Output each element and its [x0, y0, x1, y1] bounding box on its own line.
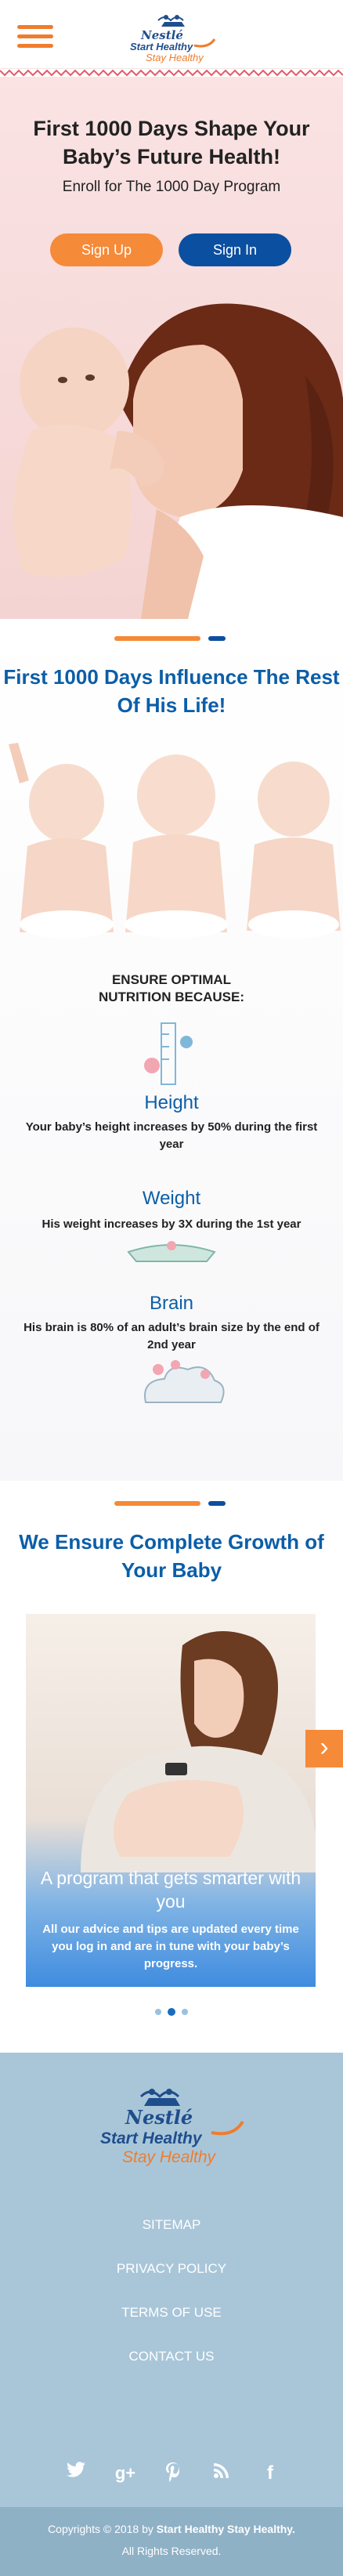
section-divider-orange: [114, 636, 200, 641]
carousel-dots: [152, 2007, 199, 2017]
copyright-brand: Start Healthy Stay Healthy.: [156, 2523, 295, 2535]
copyright-rights: All Rights Reserved.: [121, 2545, 222, 2557]
mother-and-baby-image: [13, 303, 343, 619]
signin-button[interactable]: Sign In: [179, 233, 291, 266]
nestle-logo[interactable]: Nestlé Start Healthy Stay Healthy: [125, 11, 218, 63]
signup-button[interactable]: Sign Up: [50, 233, 163, 266]
facebook-icon[interactable]: f: [257, 2462, 283, 2485]
carousel-slide[interactable]: A program that gets smarter with you All…: [26, 1614, 316, 1987]
site-footer: Nestlé Start Healthy Stay Healthy SITEMA…: [0, 2053, 343, 2507]
weight-title: Weight: [142, 1188, 201, 1209]
slide-text: All our advice and tips are updated ever…: [42, 1923, 299, 1970]
logo-line-1: Start Healthy: [130, 41, 193, 52]
brain-text: His brain is 80% of an adult’s brain siz…: [23, 1321, 320, 1351]
growth-title: We Ensure Complete Growth of Your Baby: [19, 1530, 324, 1582]
influence-title: First 1000 Days Influence The Rest Of Hi…: [3, 665, 340, 717]
footer-logo-brand: Nestlé: [125, 2106, 193, 2129]
pregnant-woman-image: [81, 1631, 316, 1872]
footer-logo-line-1: Start Healthy: [100, 2129, 202, 2147]
hero-subtitle: Enroll for The 1000 Day Program: [62, 179, 281, 195]
height-chart-icon: [144, 1022, 193, 1085]
carousel-next-arrow-icon[interactable]: ›: [305, 1730, 343, 1767]
google-plus-icon[interactable]: g+: [112, 2462, 139, 2485]
zigzag-divider: [0, 69, 343, 77]
carousel-dot-2[interactable]: [168, 2008, 175, 2016]
logo-line-2: Stay Healthy: [146, 52, 204, 63]
carousel-dot-1[interactable]: [155, 2009, 161, 2015]
rss-icon[interactable]: [208, 2462, 235, 2485]
hero-title: First 1000 Days Shape Your Baby’s Future…: [33, 117, 310, 168]
copyright-line: Copyrights © 2018 by Start Healthy Stay …: [0, 2523, 343, 2535]
site-header: Nestlé Start Healthy Stay Healthy: [0, 0, 343, 69]
pinterest-icon[interactable]: [160, 2462, 186, 2485]
footer-link-contact-us[interactable]: CONTACT US: [0, 2349, 343, 2364]
copyright-prefix: Copyrights © 2018 by: [48, 2523, 157, 2535]
three-babies-image: [9, 743, 341, 939]
height-title: Height: [144, 1092, 199, 1113]
slide-title: A program that gets smarter with you: [40, 1868, 301, 1912]
brain-icon: [144, 1360, 225, 1403]
footer-link-privacy-policy[interactable]: PRIVACY POLICY: [0, 2261, 343, 2277]
ensure-nutrition-label: ENSURE OPTIMAL NUTRITION BECAUSE:: [98, 972, 245, 1004]
weighing-scale-icon: [127, 1241, 216, 1262]
height-text: Your baby’s height increases by 50% duri…: [25, 1120, 318, 1151]
carousel-dot-3[interactable]: [182, 2009, 188, 2015]
copyright-bar: Copyrights © 2018 by Start Healthy Stay …: [0, 2507, 343, 2576]
influence-section: First 1000 Days Influence The Rest Of Hi…: [0, 619, 343, 1481]
growth-section: We Ensure Complete Growth of Your Baby A…: [0, 1481, 343, 2053]
footer-link-terms-of-use[interactable]: TERMS OF USE: [0, 2305, 343, 2321]
footer-nestle-logo[interactable]: Nestlé Start Healthy Stay Healthy: [94, 2082, 251, 2176]
hamburger-menu-icon[interactable]: [17, 25, 53, 52]
brain-title: Brain: [149, 1293, 194, 1314]
hero-banner: First 1000 Days Shape Your Baby’s Future…: [0, 77, 343, 619]
section-divider-blue: [208, 636, 226, 641]
twitter-icon[interactable]: [63, 2462, 89, 2485]
footer-logo-line-2: Stay Healthy: [122, 2148, 216, 2166]
section-divider-blue: [208, 1501, 226, 1506]
footer-link-sitemap[interactable]: SITEMAP: [0, 2217, 343, 2233]
weight-text: His weight increases by 3X during the 1s…: [42, 1217, 301, 1231]
section-divider-orange: [114, 1501, 200, 1506]
